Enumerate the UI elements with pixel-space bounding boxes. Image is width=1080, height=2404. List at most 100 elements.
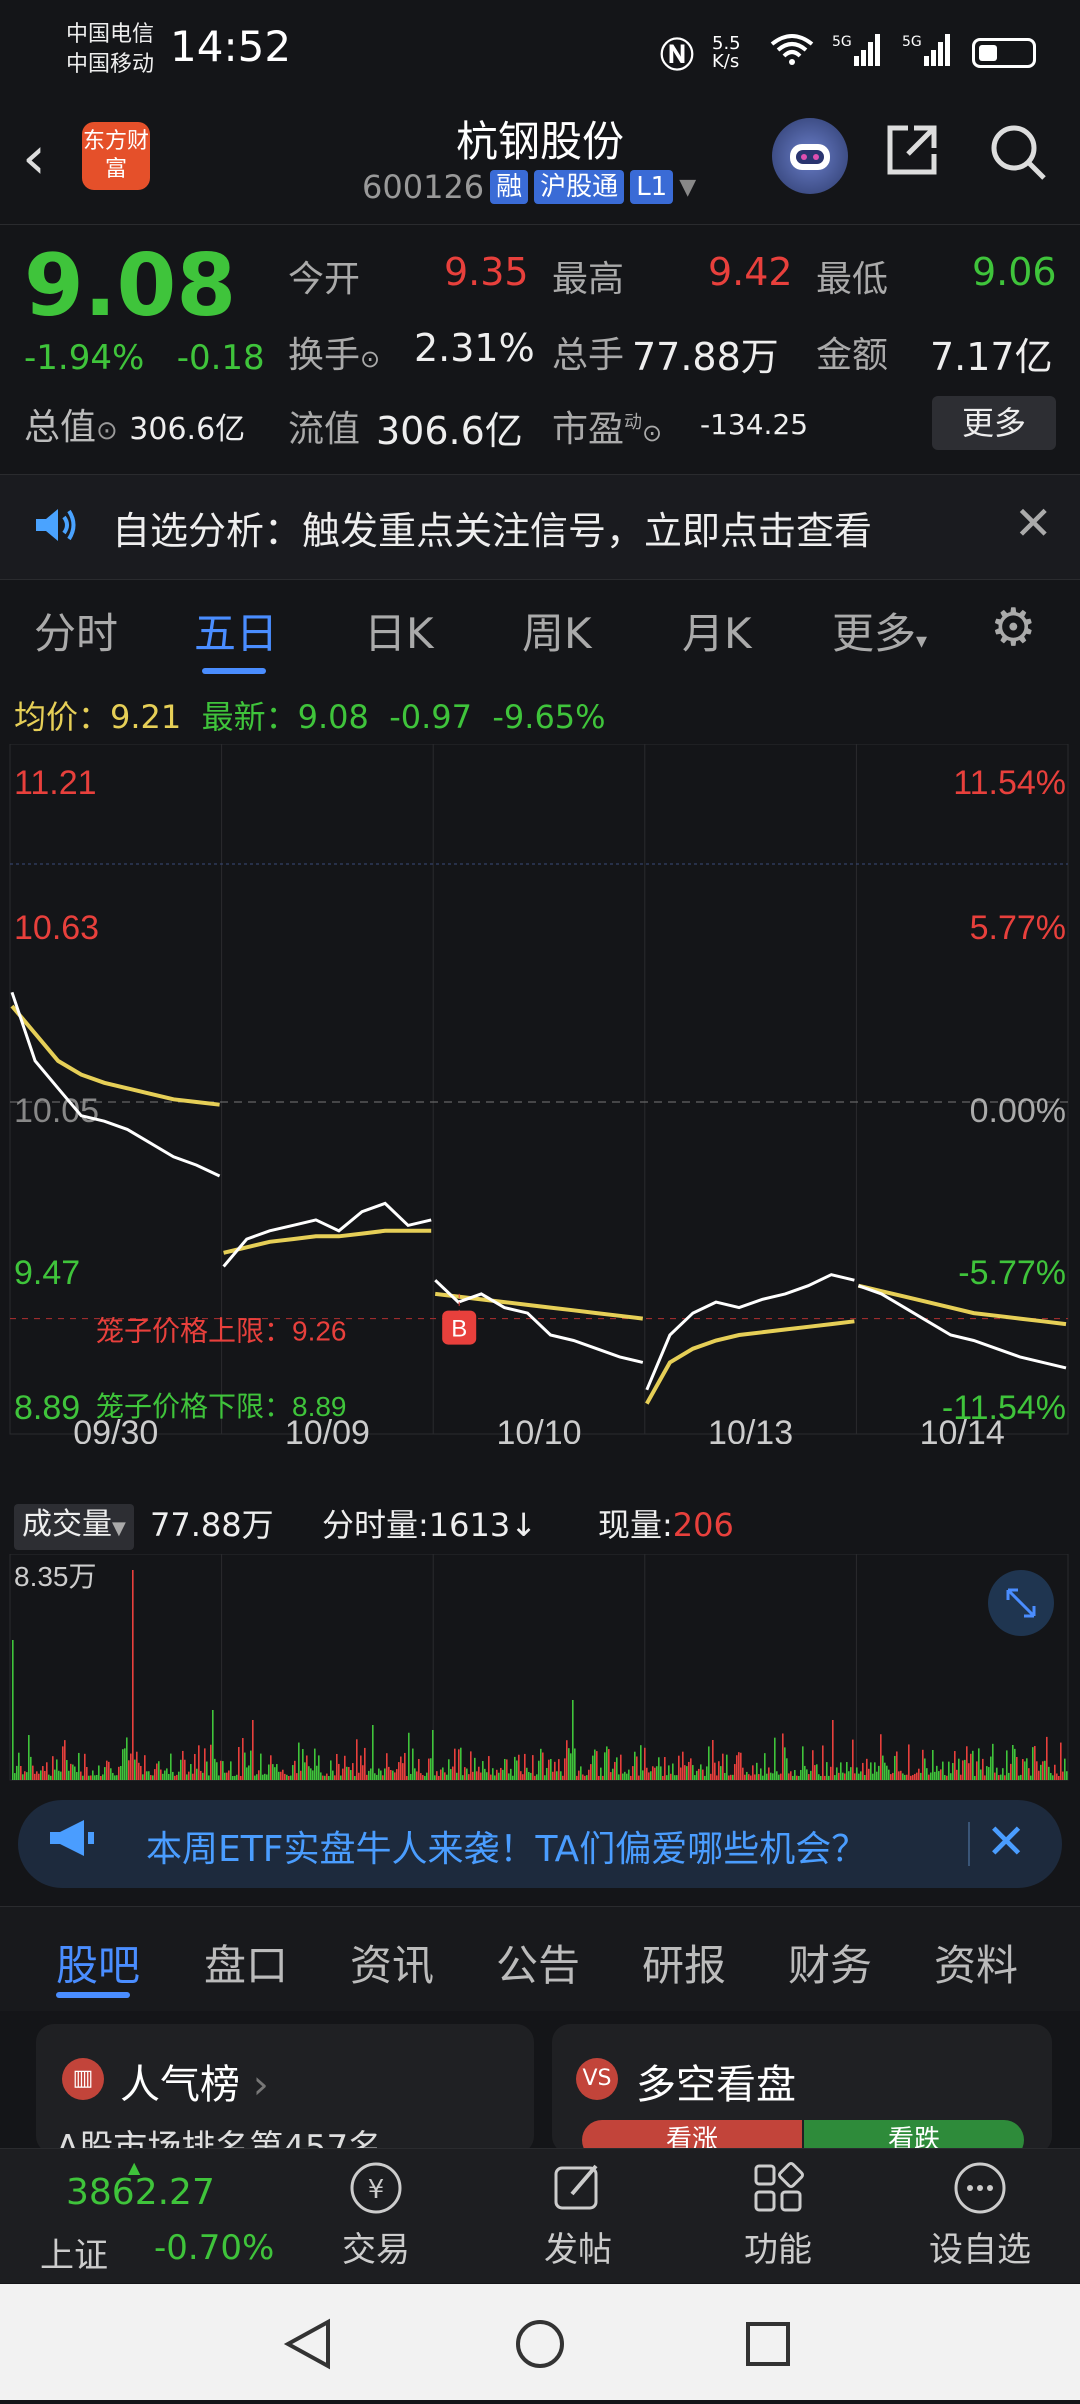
tab-announcements[interactable]: 公告 <box>496 1932 580 1993</box>
tab-intraday[interactable]: 分时 <box>34 600 118 661</box>
volume-bar <box>826 1762 828 1780</box>
volume-bar <box>892 1772 894 1780</box>
volume-bar <box>364 1747 366 1780</box>
volume-bar <box>190 1764 192 1780</box>
volume-bar <box>376 1774 378 1780</box>
volume-bar <box>366 1774 368 1780</box>
volume-bar <box>828 1775 830 1780</box>
tab-weekly-k[interactable]: 周K <box>522 600 592 661</box>
post-button[interactable]: 发帖 <box>518 2158 638 2271</box>
volume-bar <box>598 1775 600 1780</box>
volume-bar <box>456 1772 458 1780</box>
index-value[interactable]: 3862.27 <box>66 2172 215 2213</box>
popularity-card[interactable]: ▥ 人气榜 › A股市场排名第457名 <box>36 2024 534 2168</box>
volume-bar <box>460 1747 462 1780</box>
volume-bar <box>1034 1745 1036 1780</box>
volume-chart[interactable]: 8.35万 <box>0 1554 1080 1784</box>
volume-bar <box>506 1759 508 1780</box>
volume-bar <box>626 1773 628 1780</box>
volume-bar <box>724 1772 726 1780</box>
tab-5day[interactable]: 五日 <box>194 600 278 661</box>
volume-bar <box>964 1759 966 1780</box>
volume-bar <box>262 1774 264 1780</box>
tab-guba[interactable]: 股吧 <box>56 1932 140 1993</box>
volume-bar <box>666 1775 668 1780</box>
assistant-robot-icon[interactable] <box>772 118 848 194</box>
volume-bar <box>764 1753 766 1780</box>
nav-home-icon[interactable] <box>516 2320 564 2368</box>
volume-bar <box>938 1771 940 1780</box>
nav-back-icon[interactable] <box>283 2318 330 2370</box>
five-day-chart[interactable]: 11.21 10.63 10.05 9.47 8.89 11.54% 5.77% 0.00% -… <box>0 744 1080 1444</box>
volume-bar <box>166 1768 168 1780</box>
volume-bar <box>62 1746 64 1780</box>
bull-bear-card[interactable]: VS 多空看盘 看涨 看跌 <box>552 2024 1052 2160</box>
y-tick-right: 5.77% <box>970 909 1066 947</box>
volume-bar <box>728 1775 730 1780</box>
volume-bar <box>48 1774 50 1780</box>
volume-bar <box>770 1772 772 1780</box>
volume-bar <box>972 1750 974 1780</box>
ad-text[interactable]: 本周ETF实盘牛人来袭！TA们偏爱哪些机会？ <box>146 1820 867 1872</box>
index-change[interactable]: -0.70% <box>154 2228 274 2268</box>
volume-bar <box>68 1770 70 1780</box>
add-watchlist-button[interactable]: 设自选 <box>920 2158 1040 2271</box>
close-icon[interactable]: ✕ <box>986 1814 1026 1870</box>
tab-daily-k[interactable]: 日K <box>364 600 434 661</box>
volume-bar <box>616 1757 618 1780</box>
more-button[interactable]: 更多 <box>932 396 1056 450</box>
volume-bar <box>900 1770 902 1780</box>
volume-bar <box>188 1771 190 1780</box>
search-icon[interactable] <box>988 122 1048 182</box>
volume-bar <box>634 1751 636 1780</box>
volume-bar <box>514 1756 516 1780</box>
volume-bar <box>684 1765 686 1780</box>
tab-order-book[interactable]: 盘口 <box>204 1932 288 1993</box>
tab-finance[interactable]: 财务 <box>788 1932 872 1993</box>
volume-bar <box>652 1766 654 1780</box>
status-icons: Ⓝ 5.5 K/s 5G 5G <box>660 28 1036 77</box>
volume-bar <box>862 1762 864 1780</box>
volume-bar <box>486 1772 488 1780</box>
volume-bar <box>46 1762 48 1780</box>
tab-news[interactable]: 资讯 <box>350 1932 434 1993</box>
latest-price: 最新：9.08 <box>201 698 369 736</box>
volume-bar <box>582 1774 584 1780</box>
volume-bar <box>740 1752 742 1780</box>
volume-selector[interactable]: 成交量▼ <box>14 1504 134 1550</box>
nav-recents-icon[interactable] <box>746 2322 790 2366</box>
expand-icon[interactable] <box>988 1570 1054 1636</box>
grid-icon <box>718 2158 838 2218</box>
volume-bar <box>576 1775 578 1780</box>
volume-bar <box>242 1738 244 1780</box>
volume-bar <box>856 1767 858 1780</box>
close-icon[interactable]: ✕ <box>1014 496 1053 550</box>
volume-bar <box>378 1768 380 1780</box>
tab-research[interactable]: 研报 <box>642 1932 726 1993</box>
volume-bar <box>176 1774 178 1780</box>
tab-more[interactable]: 更多▾ <box>832 600 927 661</box>
stock-code-row[interactable]: 600126 融 沪股通 L1 ▼ <box>362 168 696 206</box>
volume-bar <box>300 1770 302 1780</box>
volume-bar <box>52 1756 54 1780</box>
volume-bar <box>950 1773 952 1780</box>
info-icon[interactable]: ⊙ <box>96 416 118 446</box>
volume-bar <box>128 1760 130 1780</box>
tab-monthly-k[interactable]: 月K <box>682 600 752 661</box>
gear-icon[interactable]: ⚙ <box>990 598 1037 658</box>
volume-bar <box>820 1775 822 1780</box>
volume-bar <box>822 1745 824 1780</box>
volume-bar <box>250 1750 252 1780</box>
volume-bar <box>178 1771 180 1780</box>
tab-profile[interactable]: 资料 <box>934 1932 1018 1993</box>
change-pct: -1.94% <box>24 338 145 378</box>
volume-bar <box>1058 1775 1060 1780</box>
volume-bar <box>956 1769 958 1780</box>
volume-bar <box>386 1753 388 1780</box>
volume-bar <box>58 1770 60 1780</box>
notice-text[interactable]: 自选分析：触发重点关注信号，立即点击查看 <box>112 500 872 555</box>
trade-button[interactable]: ¥ 交易 <box>316 2158 436 2271</box>
index-name[interactable]: 上证 <box>40 2228 108 2277</box>
functions-button[interactable]: 功能 <box>718 2158 838 2271</box>
share-icon[interactable] <box>884 122 940 178</box>
